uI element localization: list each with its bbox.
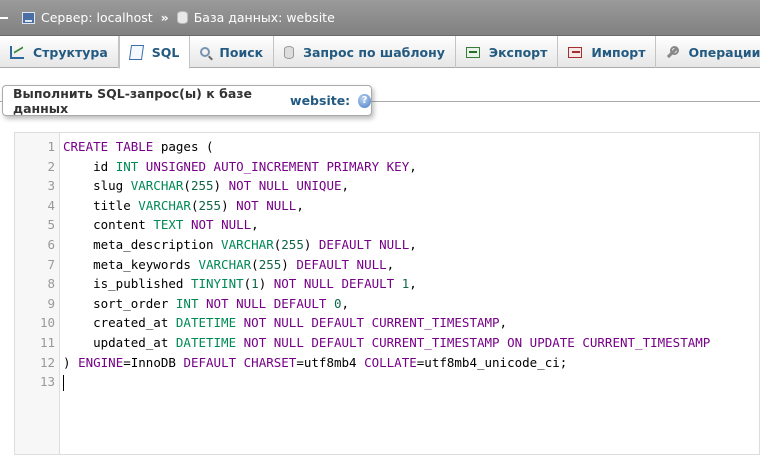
code-text: meta_description VARCHAR(255) DEFAULT NU… (63, 236, 417, 252)
collapse-dash-icon[interactable] (0, 16, 8, 19)
code-line[interactable]: 10 created_at DATETIME NOT NULL DEFAULT … (15, 313, 759, 333)
code-text: is_published TINYINT(1) NOT NULL DEFAULT… (63, 276, 417, 292)
tab-operations[interactable]: Операции (656, 36, 760, 68)
tab-sql-label: SQL (151, 44, 180, 60)
operations-icon (666, 45, 680, 59)
tab-structure-label: Структура (33, 44, 108, 60)
tab-query[interactable]: Запрос по шаблону (274, 36, 456, 68)
line-number: 4 (47, 197, 55, 213)
legend-text: Выполнить SQL-запрос(ы) к базе данных (13, 85, 252, 116)
tab-sql[interactable]: SQL (118, 36, 191, 69)
line-number: 10 (39, 315, 55, 331)
breadcrumb-database[interactable]: База данных: website (176, 10, 335, 25)
code-line[interactable]: 5 content TEXT NOT NULL, (15, 215, 759, 235)
code-line[interactable]: 9 sort_order INT NOT NULL DEFAULT 0, (15, 294, 759, 314)
tab-search-label: Поиск (219, 44, 264, 60)
tab-structure[interactable]: Структура (0, 36, 119, 68)
line-number: 13 (39, 374, 55, 390)
tab-query-label: Запрос по шаблону (303, 44, 445, 60)
legend-database-link[interactable]: website: (290, 93, 350, 108)
code-line[interactable]: 12 ) ENGINE=InnoDB DEFAULT CHARSET=utf8mb… (15, 353, 759, 373)
code-line[interactable]: 13 (15, 372, 759, 392)
breadcrumb-server[interactable]: Сервер: localhost (22, 10, 153, 25)
help-icon[interactable]: ? (358, 93, 371, 108)
line-number: 3 (47, 178, 55, 194)
code-text: slug VARCHAR(255) NOT NULL UNIQUE, (63, 178, 350, 194)
code-text: title VARCHAR(255) NOT NULL, (63, 197, 304, 213)
text-cursor (63, 374, 64, 391)
sql-editor[interactable]: 1 CREATE TABLE pages ( 2 id INT UNSIGNED A… (14, 132, 760, 455)
code-line[interactable]: 1 CREATE TABLE pages ( (15, 137, 759, 157)
database-icon (176, 11, 188, 24)
line-number: 11 (39, 334, 55, 350)
tab-export[interactable]: Экспорт (456, 36, 559, 68)
tab-operations-label: Операции (688, 44, 760, 60)
code-line[interactable]: 4 title VARCHAR(255) NOT NULL, (15, 196, 759, 216)
line-number: 1 (47, 139, 55, 154)
sql-icon (128, 44, 144, 60)
code-text: ) ENGINE=InnoDB DEFAULT CHARSET=utf8mb4 … (63, 354, 568, 370)
import-icon (568, 46, 583, 58)
code-line[interactable]: 2 id INT UNSIGNED AUTO_INCREMENT PRIMARY… (15, 157, 759, 177)
main-tabs: Структура SQL Поиск Запрос по шаблону Эк… (0, 36, 760, 69)
line-number: 7 (47, 256, 55, 272)
code-line[interactable]: 8 is_published TINYINT(1) NOT NULL DEFAU… (15, 274, 759, 294)
breadcrumb-separator: » (160, 10, 169, 25)
tab-import-label: Импорт (591, 44, 646, 60)
code-text: sort_order INT NOT NULL DEFAULT 0, (63, 295, 350, 311)
breadcrumb: Сервер: localhost » База данных: website (0, 0, 760, 36)
line-number: 2 (47, 158, 55, 174)
server-icon (22, 11, 35, 24)
code-lines: 1 CREATE TABLE pages ( 2 id INT UNSIGNED A… (15, 137, 759, 392)
code-text: id INT UNSIGNED AUTO_INCREMENT PRIMARY K… (63, 158, 417, 174)
tab-import[interactable]: Импорт (558, 36, 657, 68)
tab-export-label: Экспорт (488, 44, 548, 60)
code-line[interactable]: 7 meta_keywords VARCHAR(255) DEFAULT NUL… (15, 255, 759, 275)
breadcrumb-server-label: Сервер: localhost (41, 10, 153, 25)
breadcrumb-database-label: База данных: website (193, 10, 335, 25)
export-icon (465, 46, 480, 58)
sql-query-legend: Выполнить SQL-запрос(ы) к базе данных we… (2, 85, 372, 116)
code-text: updated_at DATETIME NOT NULL DEFAULT CUR… (63, 334, 711, 350)
structure-icon (10, 45, 24, 59)
code-line[interactable]: 6 meta_description VARCHAR(255) DEFAULT … (15, 235, 759, 255)
code-text: created_at DATETIME NOT NULL DEFAULT CUR… (63, 315, 508, 331)
line-number: 6 (47, 236, 55, 252)
code-text: CREATE TABLE pages ( (63, 139, 214, 154)
line-number: 12 (39, 354, 55, 370)
code-line[interactable]: 3 slug VARCHAR(255) NOT NULL UNIQUE, (15, 176, 759, 196)
line-number: 5 (47, 217, 55, 233)
code-line[interactable]: 11 updated_at DATETIME NOT NULL DEFAULT … (15, 333, 759, 353)
code-text: meta_keywords VARCHAR(255) DEFAULT NULL, (63, 256, 395, 272)
line-number: 9 (47, 295, 55, 311)
line-number: 8 (47, 276, 55, 292)
query-icon (284, 45, 295, 59)
code-text (63, 372, 64, 392)
search-icon (200, 47, 211, 57)
tab-search[interactable]: Поиск (190, 36, 275, 68)
code-text: content TEXT NOT NULL, (63, 217, 259, 233)
